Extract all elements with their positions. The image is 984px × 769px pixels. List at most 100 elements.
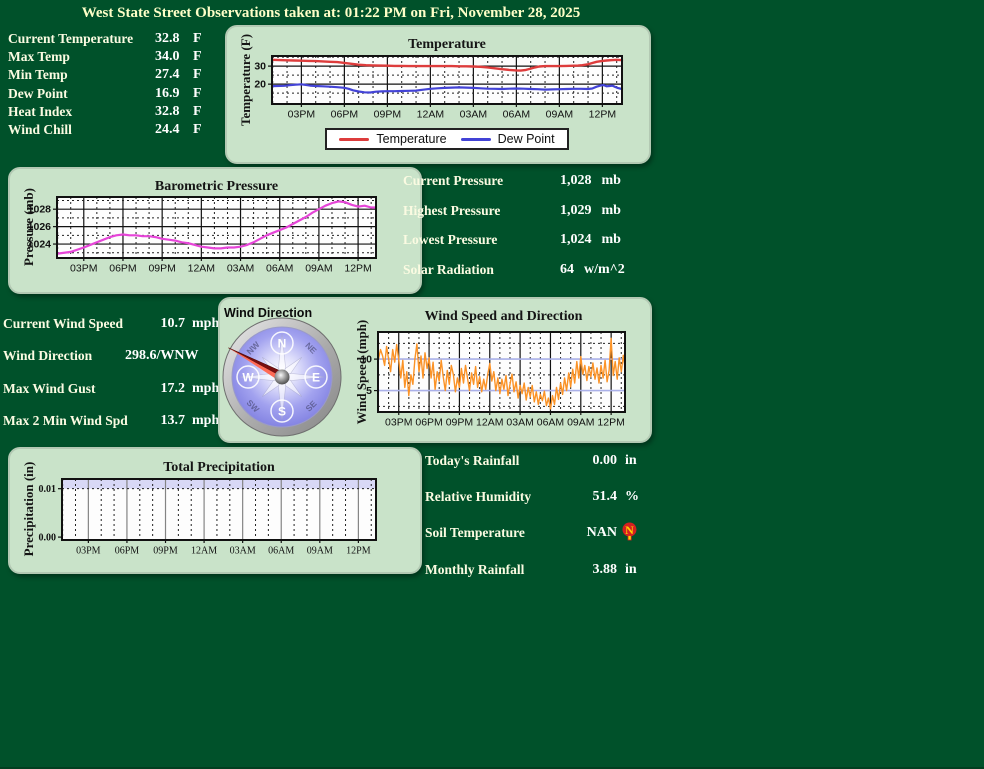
svg-text:06AM: 06AM	[266, 263, 293, 275]
stat-row: Highest Pressure 1,029 mb	[403, 201, 625, 231]
cardinal-e: E	[312, 371, 320, 385]
temperature-panel: Temperature Temperature (F) 03PM06PM09PM…	[225, 25, 651, 164]
svg-text:0.00: 0.00	[39, 533, 57, 544]
svg-text:1026: 1026	[28, 221, 52, 233]
stat-value: 34.0	[155, 49, 193, 65]
svg-text:20: 20	[254, 79, 266, 91]
svg-text:06AM: 06AM	[537, 417, 564, 428]
stat-unit: mb	[602, 203, 621, 219]
stat-label: Highest Pressure	[403, 203, 560, 219]
svg-text:03AM: 03AM	[506, 417, 533, 428]
svg-text:12AM: 12AM	[417, 109, 444, 121]
stat-value: 64	[560, 262, 574, 278]
stat-row: Today's Rainfall 0.00 in	[425, 450, 639, 486]
temperature-chart: 03PM06PM09PM12AM03AM06AM09AM12PM2030	[245, 49, 635, 127]
stat-value: 16.9	[155, 86, 193, 102]
stat-unit: F	[193, 122, 202, 138]
stat-row: Heat Index 32.8 F	[8, 104, 202, 122]
stat-unit: mph	[192, 413, 219, 429]
stat-value: 1,029	[560, 203, 592, 219]
stat-value: 17.2	[125, 381, 185, 397]
stat-row: Wind Direction 298.6/WNW	[3, 344, 219, 376]
stat-value: 27.4	[155, 67, 193, 83]
weather-dashboard: West State Street Observations taken at:…	[0, 0, 984, 769]
stat-unit: F	[193, 104, 202, 120]
svg-text:06PM: 06PM	[109, 263, 136, 275]
svg-text:03AM: 03AM	[460, 109, 487, 121]
svg-text:N: N	[625, 523, 634, 537]
svg-text:06PM: 06PM	[331, 109, 358, 121]
stat-value: 32.8	[155, 104, 193, 120]
stat-unit: mb	[602, 173, 621, 189]
stat-unit: F	[193, 67, 202, 83]
precipitation-chart: 03PM06PM09PM12AM03AM06AM09AM12PM0.010.00	[22, 469, 402, 561]
stat-row: Current Wind Speed 10.7 mph	[3, 312, 219, 344]
stat-label: Lowest Pressure	[403, 232, 560, 248]
svg-text:09AM: 09AM	[567, 417, 594, 428]
stat-label: Current Wind Speed	[3, 316, 125, 332]
legend-label: Temperature	[376, 132, 446, 146]
stat-value: 51.4	[575, 489, 617, 505]
stat-value: 298.6/WNW	[125, 348, 199, 364]
svg-text:06AM: 06AM	[503, 109, 530, 121]
svg-text:09AM: 09AM	[307, 546, 333, 557]
dew-point-line-sample	[461, 138, 491, 141]
svg-text:03PM: 03PM	[385, 417, 412, 428]
cardinal-s: S	[278, 405, 286, 419]
stat-unit: mph	[192, 381, 219, 397]
stat-unit: F	[193, 31, 202, 47]
svg-text:12PM: 12PM	[597, 417, 624, 428]
svg-text:03PM: 03PM	[70, 263, 97, 275]
svg-text:10: 10	[360, 354, 372, 366]
svg-text:12PM: 12PM	[346, 546, 371, 557]
svg-text:1024: 1024	[28, 239, 52, 251]
stat-label: Monthly Rainfall	[425, 562, 575, 578]
legend-label: Dew Point	[498, 132, 555, 146]
svg-text:09PM: 09PM	[374, 109, 401, 121]
svg-text:03AM: 03AM	[227, 263, 254, 275]
stat-unit: %	[625, 489, 639, 505]
svg-text:30: 30	[254, 61, 266, 73]
stat-row: Current Pressure 1,028 mb	[403, 171, 625, 201]
stat-row: Min Temp 27.4 F	[8, 67, 202, 85]
cardinal-n: N	[278, 337, 287, 351]
pressure-chart: 03PM06PM09PM12AM03AM06AM09AM12PM10241026…	[22, 189, 402, 277]
wind-speed-chart: 03PM06PM09PM12AM03AM06AM09AM12PM510	[356, 323, 644, 427]
stat-row: Max Temp 34.0 F	[8, 49, 202, 67]
stat-row: Monthly Rainfall 3.88 in	[425, 559, 639, 595]
wind-stats: Current Wind Speed 10.7 mph Wind Directi…	[3, 312, 219, 441]
stat-label: Today's Rainfall	[425, 453, 575, 469]
legend-box: Temperature Dew Point	[325, 128, 568, 150]
svg-text:06AM: 06AM	[268, 546, 294, 557]
svg-text:06PM: 06PM	[415, 417, 442, 428]
svg-text:12AM: 12AM	[476, 417, 503, 428]
svg-text:09PM: 09PM	[446, 417, 473, 428]
stat-value: NAN	[575, 525, 617, 541]
stat-value: 1,028	[560, 173, 592, 189]
pressure-panel: Barometric Pressure Pressure (mb) 03PM06…	[8, 167, 422, 294]
svg-text:03PM: 03PM	[76, 546, 101, 557]
stat-value: 3.88	[575, 562, 617, 578]
compass-hub	[275, 370, 290, 385]
precipitation-stats: Today's Rainfall 0.00 in Relative Humidi…	[425, 450, 639, 595]
temperature-legend: Temperature Dew Point	[272, 128, 622, 150]
legend-item-temperature: Temperature	[339, 132, 446, 146]
stat-row: Soil Temperature NAN N	[425, 522, 639, 558]
stat-label: Dew Point	[8, 86, 155, 102]
stat-row: Max Wind Gust 17.2 mph	[3, 377, 219, 409]
stat-label: Max Temp	[8, 49, 155, 65]
stat-label: Wind Chill	[8, 122, 155, 138]
stat-label: Current Temperature	[8, 31, 155, 47]
stat-label: Wind Direction	[3, 348, 125, 364]
stat-row: Dew Point 16.9 F	[8, 86, 202, 104]
stat-value: 24.4	[155, 122, 193, 138]
stat-label: Solar Radiation	[403, 262, 560, 278]
svg-text:09PM: 09PM	[148, 263, 175, 275]
svg-text:06PM: 06PM	[115, 546, 140, 557]
svg-text:03PM: 03PM	[288, 109, 315, 121]
stat-row: Max 2 Min Wind Spd 13.7 mph	[3, 409, 219, 441]
stat-label: Max Wind Gust	[3, 381, 125, 397]
svg-text:09AM: 09AM	[546, 109, 573, 121]
pressure-stats: Current Pressure 1,028 mb Highest Pressu…	[403, 171, 625, 289]
stat-unit: mph	[192, 316, 219, 332]
